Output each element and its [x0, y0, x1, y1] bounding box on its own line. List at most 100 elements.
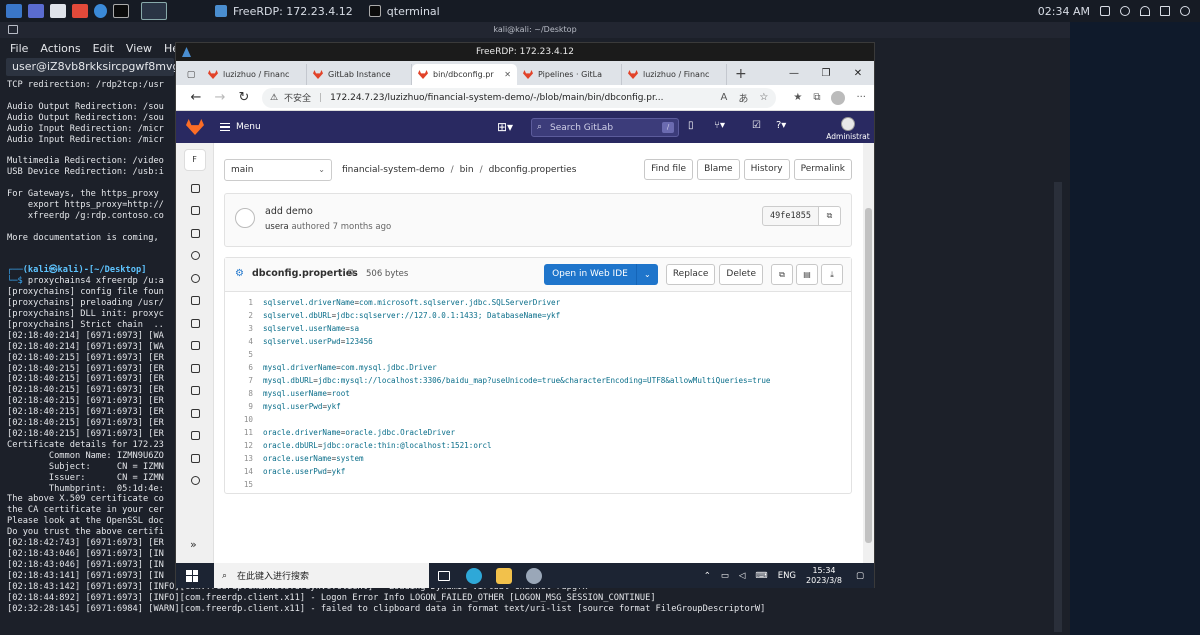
screen-icon[interactable] — [1100, 6, 1110, 16]
task-view-icon[interactable] — [429, 563, 459, 588]
more-options-icon[interactable]: ··· — [856, 92, 866, 103]
tab-luzizhuo-2[interactable]: luzizhuo / Financ — [622, 64, 727, 85]
breadcrumb-bin[interactable]: bin — [460, 165, 474, 175]
line-number[interactable]: 1 — [225, 296, 263, 309]
line-number[interactable]: 8 — [225, 387, 263, 400]
search-input[interactable]: ⌕ Search GitLab / — [531, 118, 679, 137]
sidebar-snippets-icon[interactable] — [176, 447, 214, 470]
commit-author-avatar[interactable] — [235, 208, 255, 228]
edge-taskbar-icon[interactable] — [459, 563, 489, 588]
sidebar-analytics-icon[interactable] — [176, 402, 214, 425]
line-number[interactable]: 14 — [225, 465, 263, 478]
blame-button[interactable]: Blame — [697, 159, 740, 180]
line-number[interactable]: 7 — [225, 374, 263, 387]
text-editor-icon[interactable] — [72, 4, 88, 18]
ime-icon[interactable]: ⌨ — [755, 571, 767, 581]
refresh-icon[interactable]: ↻ — [232, 90, 256, 105]
project-avatar[interactable]: F — [183, 149, 206, 171]
notification-center-icon[interactable]: ▢ — [856, 571, 864, 581]
terminal-tab[interactable]: user@iZ8vb8rkksircpgwf8mvgtZ: — [6, 58, 195, 76]
close-tab-icon[interactable]: ✕ — [504, 70, 511, 79]
windows-clock[interactable]: 15:34 2023/3/8 — [806, 566, 842, 586]
collections-icon[interactable]: ⧉ — [813, 92, 820, 103]
favorite-icon[interactable]: ☆ — [759, 92, 768, 103]
settings-taskbar-icon[interactable] — [519, 563, 549, 588]
tab-dbconfig[interactable]: bin/dbconfig.pr ✕ — [412, 64, 517, 85]
line-number[interactable]: 5 — [225, 348, 263, 361]
sidebar-issues-icon[interactable] — [176, 222, 214, 245]
new-tab-icon[interactable]: + — [727, 64, 755, 85]
forward-icon[interactable]: → — [208, 90, 232, 105]
merge-requests-icon[interactable]: ⑂▾ — [714, 120, 725, 131]
terminal-icon[interactable] — [113, 4, 129, 18]
commit-sha[interactable]: 49fe1855 — [762, 206, 819, 226]
favorites-icon[interactable]: ★ — [793, 92, 802, 103]
copy-contents-icon[interactable]: ⧉ — [771, 264, 793, 285]
create-new-icon[interactable]: ⊞▾ — [497, 120, 513, 134]
sidebar-packages-icon[interactable] — [176, 335, 214, 358]
line-number[interactable]: 13 — [225, 452, 263, 465]
open-raw-icon[interactable]: ▤ — [796, 264, 818, 285]
taskbar-qterminal[interactable]: qterminal — [361, 0, 448, 22]
scrollbar-thumb[interactable] — [865, 208, 872, 543]
line-number[interactable]: 15 — [225, 478, 263, 491]
line-number[interactable]: 9 — [225, 400, 263, 413]
sidebar-deployments-icon[interactable] — [176, 312, 214, 335]
help-icon[interactable]: ?▾ — [776, 120, 786, 131]
windows-search-box[interactable]: ⌕ 在此键入进行搜索 — [214, 563, 429, 588]
commit-title[interactable]: add demo — [265, 206, 313, 217]
freerdp-launcher-icon[interactable] — [141, 2, 167, 20]
delete-button[interactable]: Delete — [719, 264, 763, 285]
edit-dropdown-icon[interactable]: ⌄ — [635, 264, 658, 285]
close-window-icon[interactable]: ✕ — [842, 68, 874, 79]
menu-file[interactable]: File — [10, 42, 28, 55]
sidebar-merge-requests-icon[interactable] — [176, 245, 214, 268]
menu-edit[interactable]: Edit — [93, 42, 114, 55]
breadcrumb-file[interactable]: dbconfig.properties — [489, 165, 577, 175]
todos-icon[interactable]: ☑ — [752, 120, 761, 131]
line-number[interactable]: 10 — [225, 413, 263, 426]
history-button[interactable]: History — [743, 159, 790, 180]
find-file-button[interactable]: Find file — [644, 159, 694, 180]
tab-luzizhuo-1[interactable]: luzizhuo / Financ — [202, 64, 307, 85]
breadcrumb-project[interactable]: financial-system-demo — [342, 165, 445, 175]
issues-icon[interactable]: ▯ — [688, 120, 694, 131]
explorer-taskbar-icon[interactable] — [489, 563, 519, 588]
sidebar-monitor-icon[interactable] — [176, 380, 214, 403]
tray-overflow-icon[interactable]: ⌃ — [704, 571, 711, 581]
lock-icon[interactable] — [1160, 6, 1170, 16]
open-web-ide-button[interactable]: Open in Web IDE — [544, 264, 636, 285]
line-number[interactable]: 2 — [225, 309, 263, 322]
url-text[interactable]: 172.24.7.23/luzizhuo/financial-system-de… — [330, 93, 663, 103]
browser-icon[interactable] — [94, 4, 107, 18]
windows-start-icon[interactable] — [186, 569, 198, 582]
line-number[interactable]: 12 — [225, 439, 263, 452]
replace-button[interactable]: Replace — [665, 264, 716, 285]
file-manager-icon[interactable] — [50, 4, 66, 18]
code-view[interactable]: 1 sqlservel.driverName = com.microsoft.sqls… — [225, 292, 851, 493]
branch-selector[interactable]: main ⌄ — [224, 159, 332, 181]
kali-menu-icon[interactable] — [6, 4, 22, 18]
not-secure-label[interactable]: 不安全 — [284, 91, 311, 104]
terminal-scrollbar[interactable] — [1054, 182, 1062, 632]
user-menu[interactable]: Administrat — [822, 117, 874, 141]
minimize-icon[interactable]: — — [778, 68, 810, 79]
restore-icon[interactable]: ❐ — [810, 68, 842, 79]
collapse-sidebar-icon[interactable]: » — [190, 538, 197, 551]
sidebar-settings-icon[interactable] — [176, 470, 214, 493]
sidebar-repository-icon[interactable] — [176, 177, 214, 200]
show-desktop-icon[interactable] — [28, 4, 44, 18]
copy-sha-icon[interactable]: ⧉ — [819, 206, 841, 226]
volume-icon[interactable] — [1120, 6, 1130, 16]
menu-view[interactable]: View — [126, 42, 152, 55]
sidebar-wiki-icon[interactable] — [176, 425, 214, 448]
sidebar-security-icon[interactable] — [176, 290, 214, 313]
page-scrollbar[interactable] — [863, 143, 874, 563]
gitlab-menu-button[interactable]: Menu — [220, 122, 261, 132]
translate-icon[interactable]: あ — [738, 90, 748, 105]
sidebar-files-icon[interactable] — [176, 200, 214, 223]
line-number[interactable]: 6 — [225, 361, 263, 374]
gitlab-logo-icon[interactable] — [186, 119, 204, 135]
line-number[interactable]: 11 — [225, 426, 263, 439]
tab-pipelines[interactable]: Pipelines · GitLa — [517, 64, 622, 85]
